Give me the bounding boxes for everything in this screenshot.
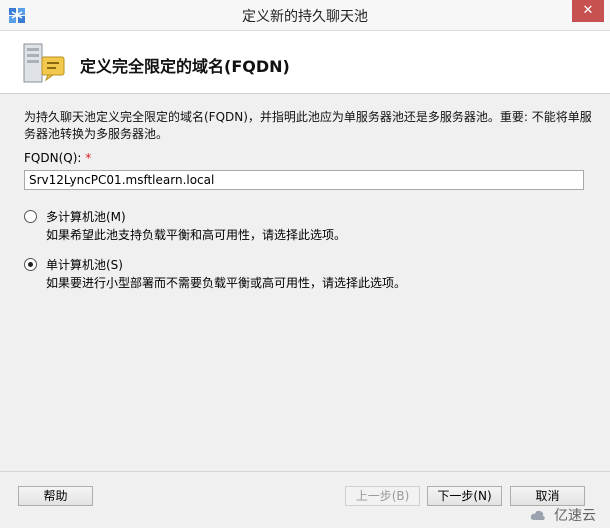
footer-divider — [0, 471, 610, 472]
radio-single-computer-pool[interactable] — [24, 258, 37, 271]
fqdn-label: FQDN(Q): * — [24, 151, 91, 165]
required-marker: * — [85, 151, 92, 165]
fqdn-input[interactable] — [24, 170, 584, 190]
description-text: 为持久聊天池定义完全限定的域名(FQDN)，并指明此池应为单服务器池还是多服务器… — [24, 110, 592, 141]
option-label[interactable]: 单计算机池(S) — [46, 256, 123, 273]
option-label[interactable]: 多计算机池(M) — [46, 208, 126, 225]
cancel-button[interactable]: 取消 — [510, 486, 585, 506]
fqdn-label-text: FQDN(Q): — [24, 151, 82, 165]
option-description: 如果要进行小型部署而不需要负载平衡或高可用性，请选择此选项。 — [46, 276, 407, 290]
back-button[interactable]: 上一步(B) — [345, 486, 420, 506]
help-button[interactable]: 帮助 — [18, 486, 93, 506]
radio-multi-computer-pool[interactable] — [24, 210, 37, 223]
watermark: 亿速云 — [530, 505, 596, 525]
dialog-window: 定义新的持久聊天池 ✕ 定义完全限定的域名(FQDN) 为持久聊天池定义完全限定… — [0, 0, 610, 528]
title-bar: 定义新的持久聊天池 ✕ — [0, 0, 610, 31]
header-band: 定义完全限定的域名(FQDN) — [0, 31, 610, 94]
watermark-text: 亿速云 — [554, 508, 596, 524]
page-title: 定义完全限定的域名(FQDN) — [80, 57, 290, 76]
next-button[interactable]: 下一步(N) — [427, 486, 502, 506]
cloud-logo-icon — [530, 510, 545, 520]
window-title: 定义新的持久聊天池 — [242, 9, 368, 25]
close-icon: ✕ — [582, 3, 594, 18]
close-button[interactable]: ✕ — [572, 0, 604, 22]
option-description: 如果希望此池支持负载平衡和高可用性，请选择此选项。 — [46, 228, 347, 242]
server-pool-icon — [23, 43, 65, 83]
